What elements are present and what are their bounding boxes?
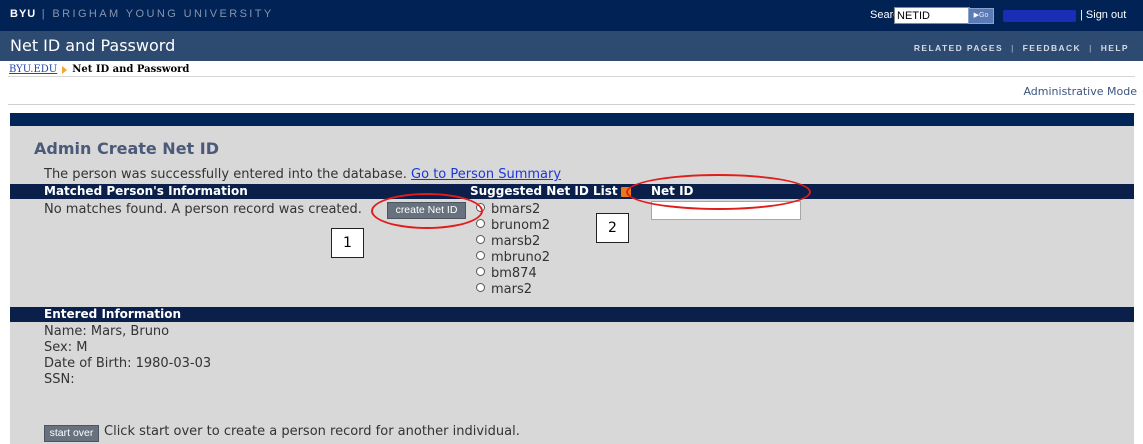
radio-icon bbox=[476, 251, 485, 260]
feedback-link[interactable]: FEEDBACK bbox=[1023, 43, 1081, 53]
suggestion-label: bmars2 bbox=[491, 202, 541, 217]
matched-header: Matched Person's Information bbox=[44, 184, 248, 198]
entered-header-bar: Entered Information bbox=[10, 307, 1134, 322]
suggestion-option[interactable]: bmars2 bbox=[476, 202, 540, 217]
suggestion-label: mbruno2 bbox=[491, 250, 550, 265]
entered-ssn: SSN: bbox=[44, 372, 75, 387]
suggestion-label: marsb2 bbox=[491, 234, 541, 249]
entered-dob: Date of Birth: 1980-03-03 bbox=[44, 356, 212, 371]
breadcrumb-arrow-icon bbox=[62, 65, 68, 74]
radio-icon bbox=[476, 219, 485, 228]
entered-sex: Sex: M bbox=[44, 340, 88, 355]
no-matches-text: No matches found. A person record was cr… bbox=[44, 202, 362, 217]
suggestion-label: bm874 bbox=[491, 266, 537, 281]
panel-top-bar bbox=[10, 113, 1134, 126]
success-message: The person was successfully entered into… bbox=[44, 167, 561, 182]
section-heading: Admin Create Net ID bbox=[34, 139, 219, 158]
suggestion-option[interactable]: marsb2 bbox=[476, 234, 540, 249]
sign-out-link[interactable]: | Sign out bbox=[1080, 9, 1126, 21]
person-summary-link[interactable]: Go to Person Summary bbox=[411, 167, 561, 182]
suggested-header: Suggested Net ID List bbox=[470, 184, 618, 198]
go-label: Go bbox=[979, 12, 989, 19]
suggestion-label: mars2 bbox=[491, 282, 533, 297]
entered-header: Entered Information bbox=[44, 307, 182, 321]
breadcrumb-home-link[interactable]: BYU.EDU bbox=[9, 64, 57, 75]
callout-2: 2 bbox=[596, 213, 629, 243]
entered-name: Name: Mars, Bruno bbox=[44, 324, 170, 339]
admin-create-panel: Admin Create Net ID The person was succe… bbox=[10, 113, 1134, 444]
title-links: RELATED PAGES | FEEDBACK | HELP bbox=[913, 43, 1129, 53]
callout-1: 1 bbox=[331, 228, 364, 258]
highlight-oval-2 bbox=[626, 174, 811, 210]
search-input[interactable] bbox=[894, 7, 970, 24]
start-over-instructions: Click start over to create a person reco… bbox=[104, 424, 520, 439]
user-name-redacted[interactable] bbox=[1003, 10, 1076, 22]
suggestion-option[interactable]: brunom2 bbox=[476, 218, 550, 233]
byu-logo[interactable]: BYU | BRIGHAM YOUNG UNIVERSITY bbox=[10, 8, 274, 20]
start-over-button[interactable]: start over bbox=[44, 425, 99, 442]
radio-icon bbox=[476, 283, 485, 292]
radio-icon bbox=[476, 267, 485, 276]
divider bbox=[8, 76, 1135, 77]
suggestion-label: brunom2 bbox=[491, 218, 550, 233]
radio-icon bbox=[476, 235, 485, 244]
brand-bold: BYU bbox=[10, 8, 37, 20]
search-go-button[interactable]: ▶Go bbox=[968, 8, 994, 24]
suggestion-option[interactable]: mbruno2 bbox=[476, 250, 550, 265]
results-header-bar: Matched Person's Information Suggested N… bbox=[10, 184, 1134, 199]
breadcrumb-current: Net ID and Password bbox=[72, 64, 190, 75]
success-text: The person was successfully entered into… bbox=[44, 167, 407, 182]
breadcrumb: BYU.EDU Net ID and Password bbox=[9, 64, 189, 75]
admin-mode-label: Administrative Mode bbox=[1023, 85, 1137, 98]
page-title: Net ID and Password bbox=[10, 36, 176, 55]
divider bbox=[8, 104, 1135, 105]
suggestion-option[interactable]: mars2 bbox=[476, 282, 532, 297]
help-link[interactable]: HELP bbox=[1101, 43, 1129, 53]
brand-name: | BRIGHAM YOUNG UNIVERSITY bbox=[41, 8, 274, 20]
highlight-oval-1 bbox=[371, 193, 483, 229]
suggestion-option[interactable]: bm874 bbox=[476, 266, 537, 281]
related-pages-link[interactable]: RELATED PAGES bbox=[914, 43, 1003, 53]
